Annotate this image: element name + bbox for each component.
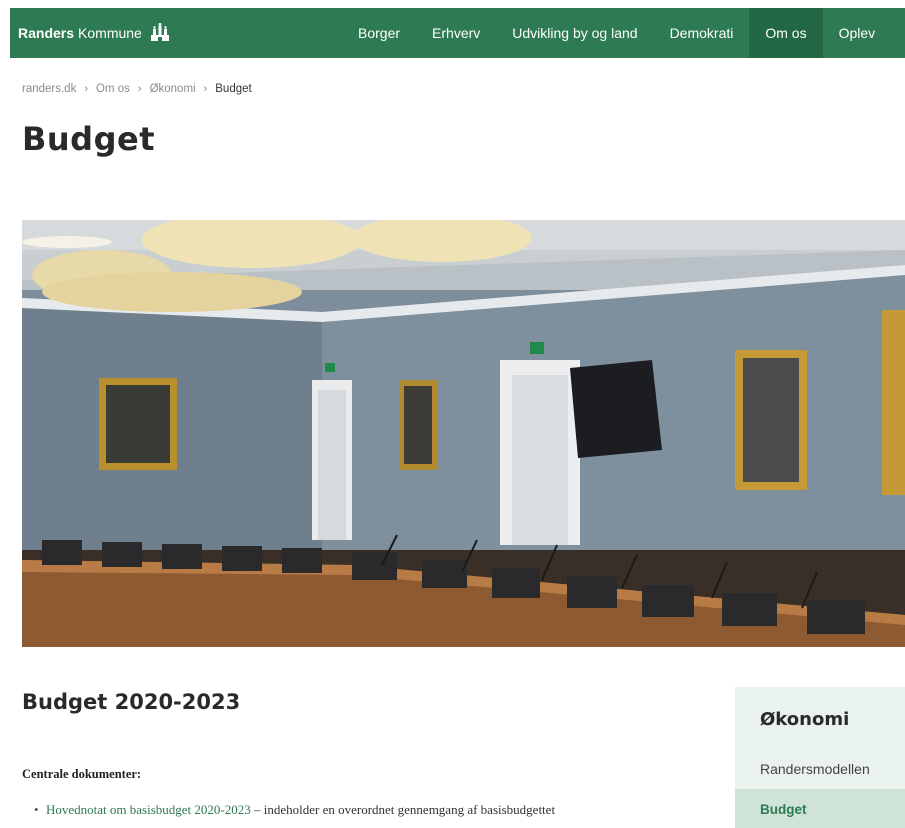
page-title: Budget [22, 120, 155, 158]
breadcrumb-okonomi[interactable]: Økonomi [150, 83, 196, 95]
main-nav: Borger Erhverv Udvikling by og land Demo… [342, 8, 891, 58]
breadcrumb-current: Budget [215, 83, 252, 95]
site-logo[interactable]: Randers Kommune [18, 8, 172, 58]
breadcrumb-home[interactable]: randers.dk [22, 83, 76, 95]
top-navigation-bar: Randers Kommune Borger Erhverv Udvikling… [10, 8, 905, 58]
breadcrumb: randers.dk › Om os › Økonomi › Budget [22, 83, 252, 95]
nav-demokrati[interactable]: Demokrati [654, 8, 750, 58]
sidebar-panel: Økonomi Randersmodellen Budget [735, 687, 905, 828]
nav-borger[interactable]: Borger [342, 8, 416, 58]
chevron-right-icon: › [84, 83, 89, 95]
logo-text-light: Kommune [78, 25, 142, 41]
chevron-right-icon: › [203, 83, 208, 95]
nav-oplev[interactable]: Oplev [823, 8, 892, 58]
sidebar-item-randersmodellen[interactable]: Randersmodellen [760, 761, 870, 777]
nav-om-os[interactable]: Om os [749, 8, 823, 58]
section-title: Budget 2020-2023 [22, 690, 241, 714]
list-item: Hovednotat om basisbudget 2020-2023 – in… [34, 801, 694, 818]
crown-crest-icon [150, 23, 169, 41]
documents-list: Hovednotat om basisbudget 2020-2023 – in… [34, 801, 694, 818]
chevron-right-icon: › [137, 83, 142, 95]
logo-text-bold: Randers [18, 25, 75, 41]
nav-erhverv[interactable]: Erhverv [416, 8, 496, 58]
nav-udvikling[interactable]: Udvikling by og land [496, 8, 653, 58]
breadcrumb-om-os[interactable]: Om os [96, 83, 130, 95]
hero-image [22, 220, 905, 647]
sidebar-title: Økonomi [760, 709, 850, 730]
document-description: – indeholder en overordnet gennemgang af… [250, 802, 556, 817]
documents-label: Centrale dokumenter: [22, 767, 142, 781]
sidebar-item-budget[interactable]: Budget [760, 802, 807, 817]
document-link[interactable]: Hovednotat om basisbudget 2020-2023 [46, 802, 251, 817]
